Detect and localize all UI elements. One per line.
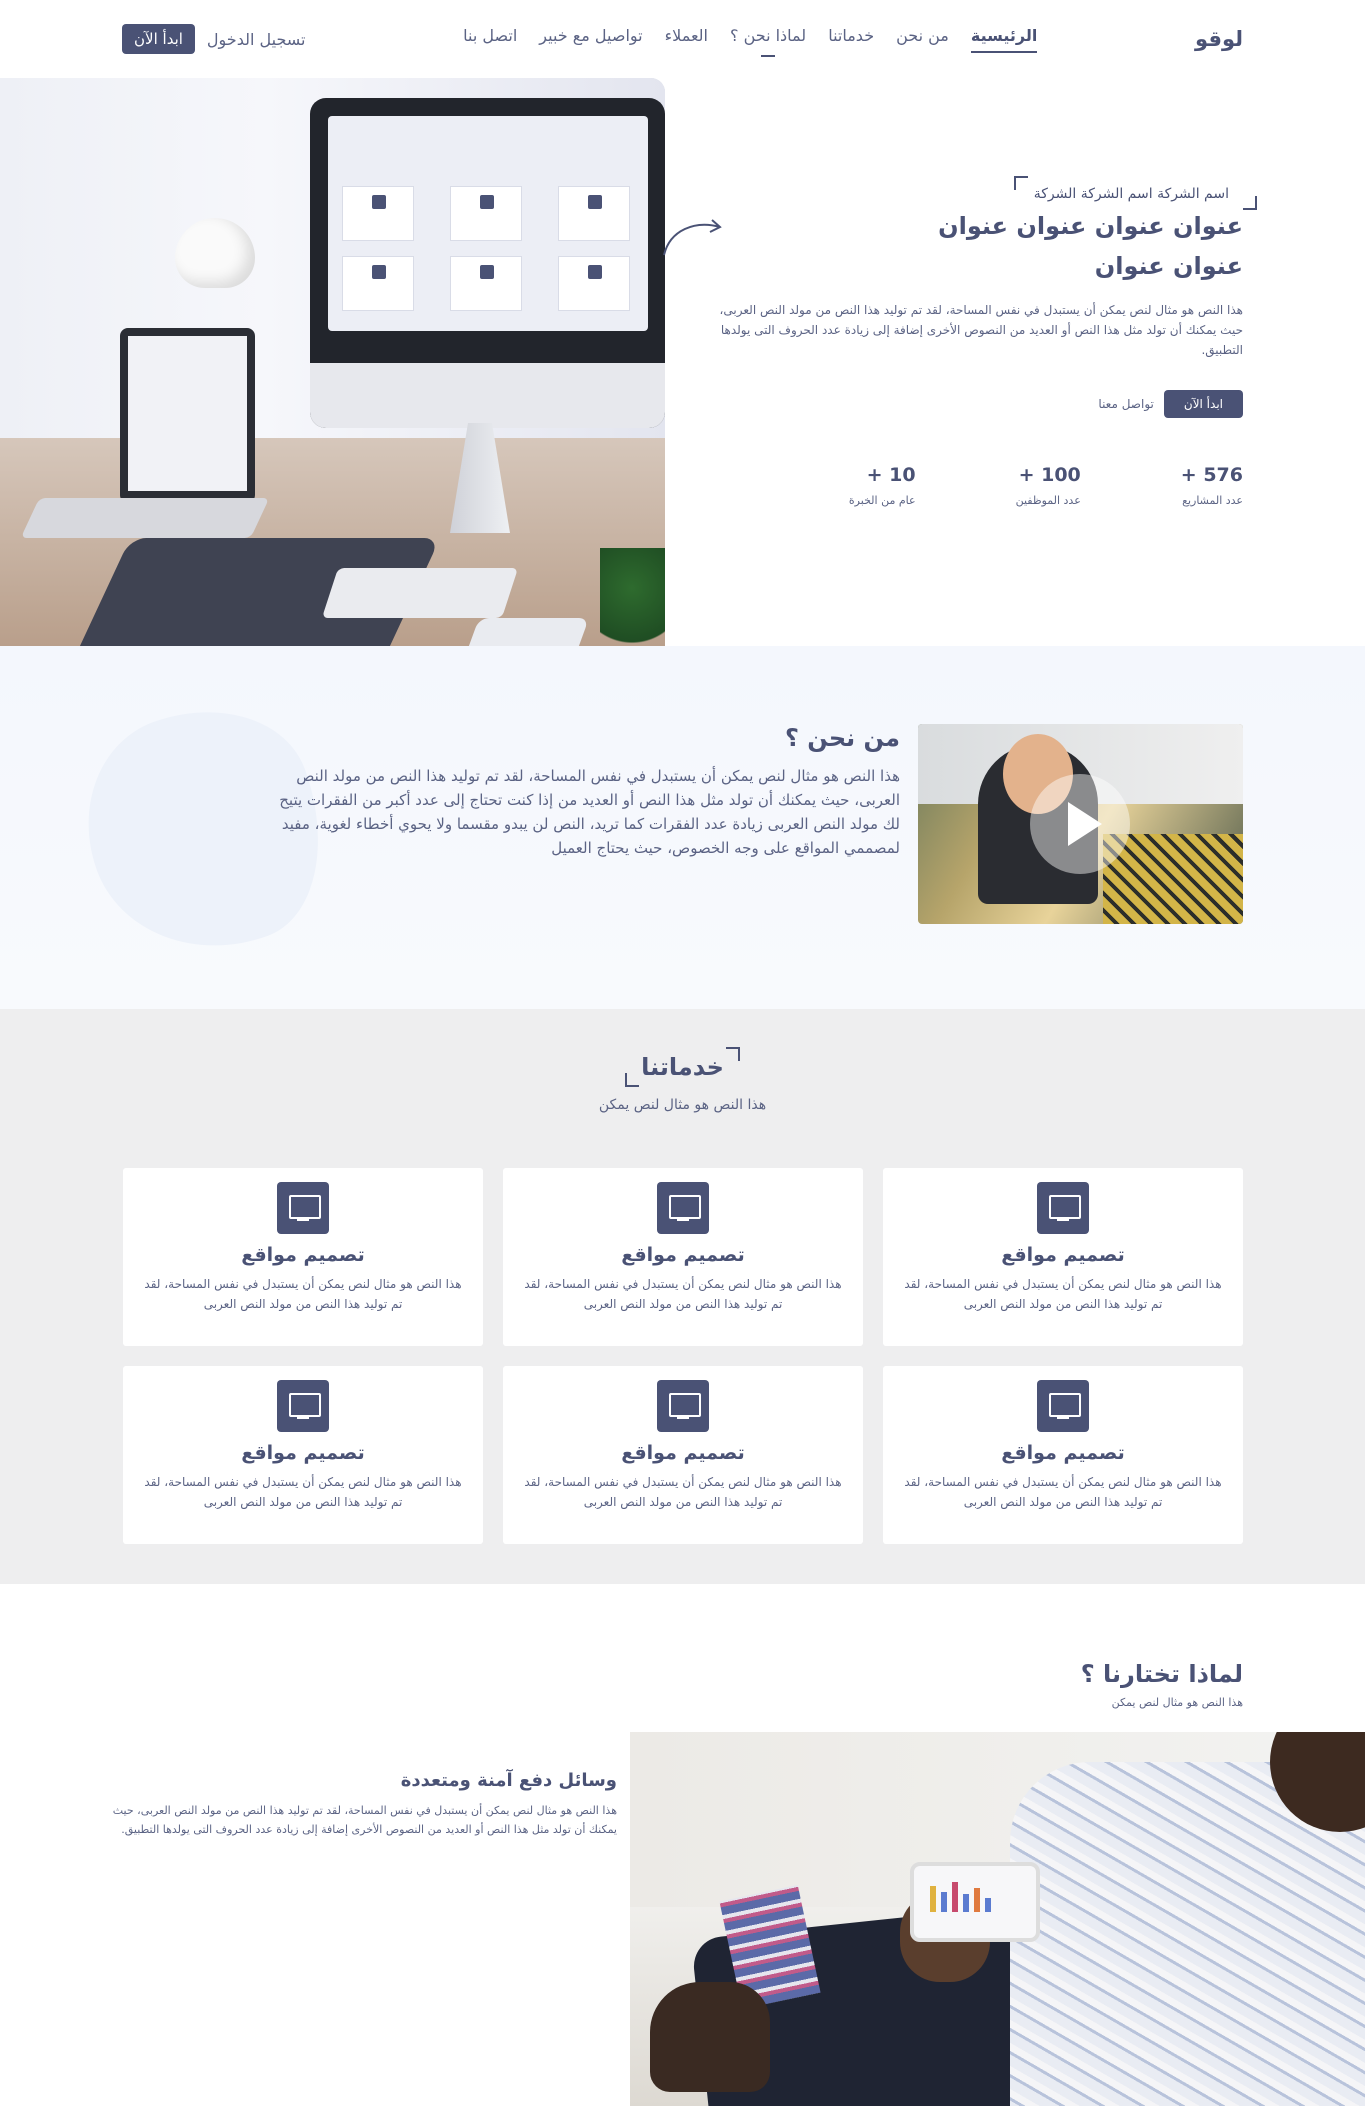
login-link[interactable]: تسجيل الدخول (207, 30, 306, 49)
web-design-icon (277, 1380, 329, 1432)
nav-item-expert[interactable]: تواصيل مع خبير (539, 26, 642, 53)
nav-item-services[interactable]: خدماتنا (828, 26, 874, 53)
about-description: هذا النص هو مثال لنص يمكن أن يستبدل في ن… (279, 767, 900, 857)
about-title: من نحن ؟ (785, 724, 900, 752)
why-us-item: وسائل دفع آمنة ومتعددة هذا النص هو مثال … (97, 1770, 617, 1839)
nav-item-clients[interactable]: العملاء (665, 26, 708, 53)
service-card[interactable]: تصميم مواقع هذا النص هو مثال لنص يمكن أن… (123, 1168, 483, 1346)
service-card[interactable]: تصميم مواقع هذا النص هو مثال لنص يمكن أن… (883, 1168, 1243, 1346)
web-design-icon (1037, 1380, 1089, 1432)
hero-description: هذا النص هو مثال لنص يمكن أن يستبدل في ن… (719, 303, 1243, 357)
service-card[interactable]: تصميم مواقع هذا النص هو مثال لنص يمكن أن… (503, 1366, 863, 1544)
play-icon[interactable] (1030, 774, 1130, 874)
services-section: خدماتنا هذا النص هو مثال لنص يمكن تصميم … (0, 1009, 1365, 1584)
stat-employees: 100 + عدد الموظفين (1015, 464, 1081, 507)
company-name-tag: اسم الشركة اسم الشركة الشركة (1013, 176, 1258, 210)
service-card[interactable]: تصميم مواقع هذا النص هو مثال لنص يمكن أن… (883, 1366, 1243, 1544)
nav-item-home[interactable]: الرئيسية (970, 26, 1038, 53)
service-card[interactable]: تصميم مواقع هذا النص هو مثال لنص يمكن أن… (503, 1168, 863, 1346)
about-section: من نحن ؟ هذا النص هو مثال لنص يمكن أن يس… (0, 646, 1365, 1009)
services-header: خدماتنا هذا النص هو مثال لنص يمكن (0, 1047, 1365, 1113)
hero-start-button[interactable]: ابدأ الآن (1163, 390, 1243, 418)
hero-contact-link[interactable]: تواصل معنا (1098, 397, 1153, 411)
stat-projects: 576 + عدد المشاريع (1180, 464, 1243, 507)
start-now-button[interactable]: ابدأ الآن (122, 24, 195, 54)
web-design-icon (277, 1182, 329, 1234)
why-us-subtitle: هذا النص هو مثال لنص يمكن (1111, 1696, 1243, 1709)
why-us-header: لماذا تختارنا ؟ هذا النص هو مثال لنص يمك… (1081, 1660, 1243, 1709)
hero-image (0, 78, 665, 646)
why-us-title: لماذا تختارنا ؟ (1080, 1660, 1243, 1688)
hero-stats: 576 + عدد المشاريع 100 + عدد الموظفين 10… (703, 464, 1243, 507)
hero-title: عنوان عنوان عنوان عنوان عنوان عنوان (938, 212, 1243, 280)
hero-actions: ابدأ الآن تواصل معنا (703, 390, 1243, 418)
logo[interactable]: لوقو (1195, 27, 1243, 51)
hero-content: اسم الشركة اسم الشركة الشركة عنوان عنوان… (703, 176, 1258, 507)
web-design-icon (657, 1380, 709, 1432)
why-us-image (630, 1732, 1365, 2106)
services-title: خدماتنا (625, 1047, 740, 1087)
laptop-shape (120, 328, 255, 503)
why-us-item-title: وسائل دفع آمنة ومتعددة (400, 1770, 617, 1791)
nav-item-about[interactable]: من نحن (896, 26, 949, 53)
main-menu: الرئيسية من نحن خدماتنا لماذا نحن ؟ العم… (463, 26, 1038, 53)
nav-item-why-us[interactable]: لماذا نحن ؟ (730, 26, 806, 53)
top-nav: لوقو الرئيسية من نحن خدماتنا لماذا نحن ؟… (0, 0, 1365, 78)
about-content: من نحن ؟ هذا النص هو مثال لنص يمكن أن يس… (260, 724, 900, 860)
about-video[interactable] (918, 724, 1243, 924)
nav-item-contact[interactable]: اتصل بنا (463, 26, 517, 53)
web-design-icon (1037, 1182, 1089, 1234)
service-card[interactable]: تصميم مواقع هذا النص هو مثال لنص يمكن أن… (123, 1366, 483, 1544)
lamp-shape (175, 218, 255, 288)
services-subtitle: هذا النص هو مثال لنص يمكن (598, 1097, 767, 1113)
stat-experience: 10 + عام من الخبرة (848, 464, 916, 507)
monitor-shape (310, 98, 665, 428)
why-us-item-description: هذا النص هو مثال لنص يمكن أن يستبدل في ن… (112, 1804, 617, 1836)
landing-page: لوقو الرئيسية من نحن خدماتنا لماذا نحن ؟… (0, 0, 1365, 2106)
auth-actions: تسجيل الدخول ابدأ الآن (122, 24, 306, 54)
web-design-icon (657, 1182, 709, 1234)
